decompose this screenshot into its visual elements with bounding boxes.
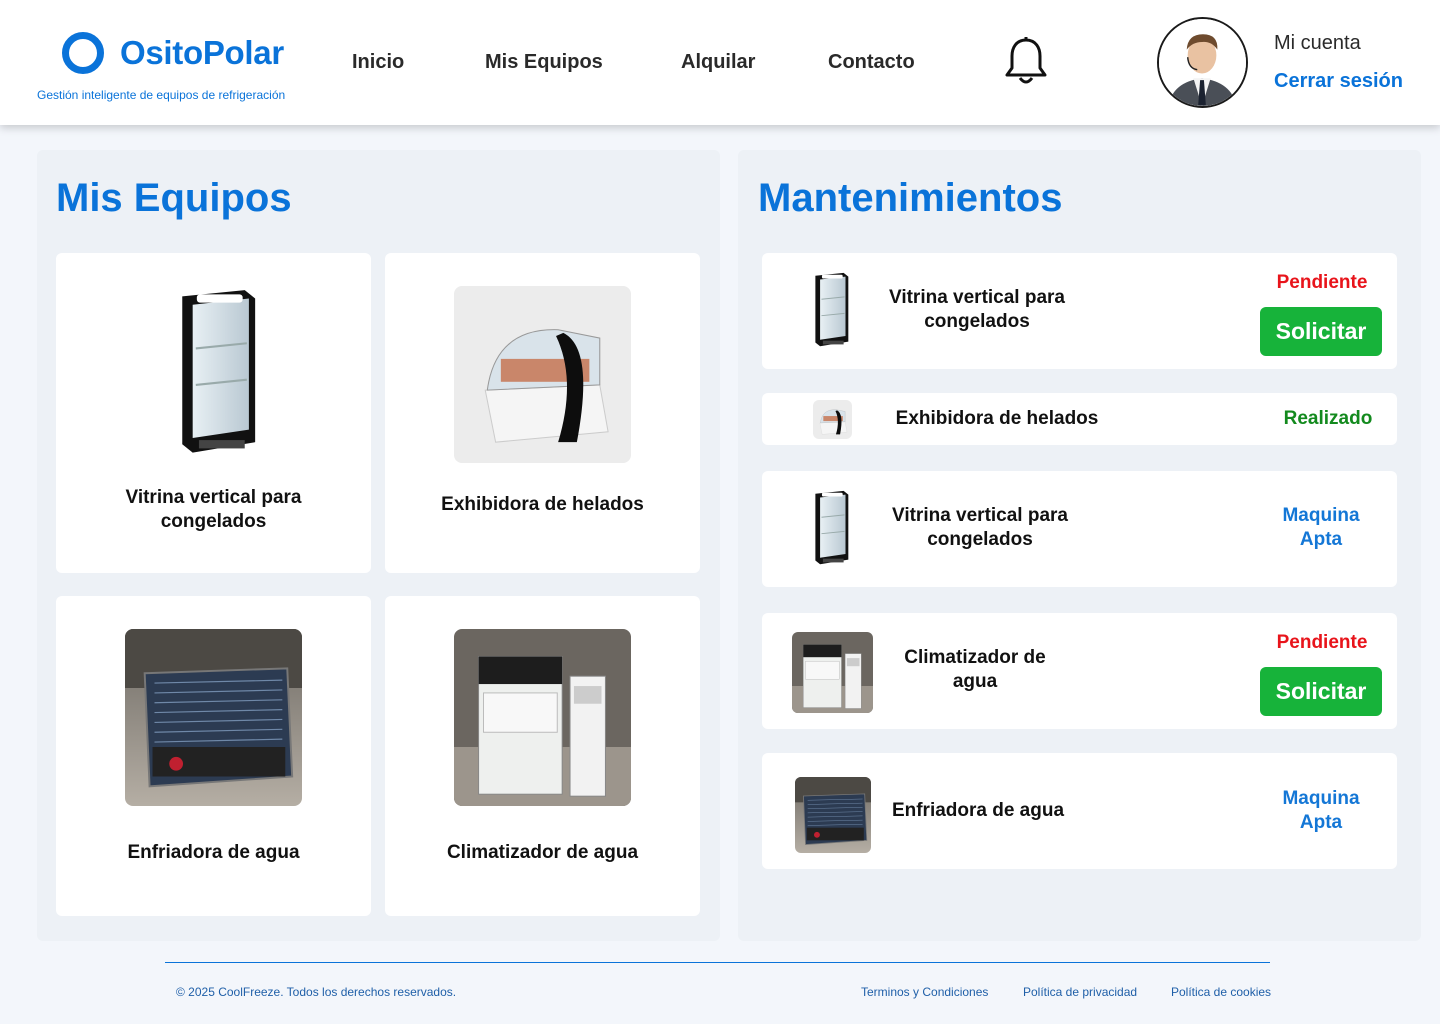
top-header: OsitoPolar Gestión inteligente de equipo… <box>0 0 1440 125</box>
nav-item-mis-equipos[interactable]: Mis Equipos <box>485 51 603 74</box>
logout-link[interactable]: Cerrar sesión <box>1274 70 1403 93</box>
nav-item-alquilar[interactable]: Alquilar <box>681 51 755 74</box>
equipment-card-name: Exhibidora de helados <box>441 494 644 515</box>
equipment-panel-title: Mis Equipos <box>56 176 292 220</box>
equipment-card[interactable]: Enfriadora de agua <box>56 596 371 916</box>
maintenance-row[interactable]: Vitrina vertical para congelados Pendien… <box>762 253 1397 369</box>
maintenance-item-name: Exhibidora de helados <box>895 408 1099 429</box>
equipment-panel: Mis Equipos Vitrina vertical para congel… <box>37 150 720 941</box>
footer-link-privacy[interactable]: Política de privacidad <box>1023 985 1137 999</box>
freezer-thumbnail <box>802 271 857 351</box>
nav-item-inicio[interactable]: Inicio <box>352 51 404 74</box>
air-conditioner-image <box>454 629 631 806</box>
brand-name[interactable]: OsitoPolar <box>120 34 284 72</box>
footer-link-terms[interactable]: Terminos y Condiciones <box>861 985 988 999</box>
logo-ring-icon[interactable] <box>62 32 104 74</box>
maintenance-item-name: Vitrina vertical para congelados <box>888 287 1066 332</box>
freezer-display-image <box>125 286 302 463</box>
equipment-card-name: Enfriadora de agua <box>127 842 300 863</box>
bell-icon[interactable] <box>1004 36 1048 86</box>
nav-item-contacto[interactable]: Contacto <box>828 51 915 74</box>
water-chiller-thumbnail <box>795 777 871 853</box>
account-label[interactable]: Mi cuenta <box>1274 32 1361 55</box>
ice-cream-display-image <box>454 286 631 463</box>
footer-link-cookies[interactable]: Política de cookies <box>1171 985 1271 999</box>
user-avatar[interactable] <box>1157 17 1248 108</box>
freezer-thumbnail <box>802 489 857 569</box>
request-maintenance-button[interactable]: Solicitar <box>1260 667 1382 716</box>
equipment-card[interactable]: Climatizador de agua <box>385 596 700 916</box>
maintenance-item-name: Vitrina vertical para congelados <box>891 505 1069 550</box>
status-badge: Realizado <box>1283 408 1373 429</box>
maintenance-panel-title: Mantenimientos <box>758 176 1063 220</box>
maintenance-item-name: Enfriadora de agua <box>891 800 1065 821</box>
equipment-card[interactable]: Exhibidora de helados <box>385 253 700 573</box>
status-badge: Pendiente <box>1276 632 1368 653</box>
footer-copyright: © 2025 CoolFreeze. Todos los derechos re… <box>176 985 457 999</box>
footer-divider <box>165 962 1270 963</box>
equipment-card-name: Climatizador de agua <box>446 842 639 863</box>
maintenance-row[interactable]: Enfriadora de agua Maquina Apta <box>762 753 1397 869</box>
ice-cream-display-thumbnail <box>813 400 852 439</box>
maintenance-panel: Mantenimientos Vitrina vertical para con… <box>738 150 1421 941</box>
maintenance-item-name: Climatizador de agua <box>904 647 1046 692</box>
status-badge: Pendiente <box>1276 272 1368 293</box>
status-badge: Maquina Apta <box>1282 505 1360 550</box>
brand-tagline: Gestión inteligente de equipos de refrig… <box>37 88 286 102</box>
equipment-card[interactable]: Vitrina vertical para congelados <box>56 253 371 573</box>
water-chiller-image <box>125 629 302 806</box>
equipment-card-name: Vitrina vertical para congelados <box>125 487 302 532</box>
air-conditioner-thumbnail <box>792 632 873 713</box>
request-maintenance-button[interactable]: Solicitar <box>1260 307 1382 356</box>
maintenance-row[interactable]: Exhibidora de helados Realizado <box>762 393 1397 445</box>
status-badge: Maquina Apta <box>1282 788 1360 833</box>
maintenance-row[interactable]: Vitrina vertical para congelados Maquina… <box>762 471 1397 587</box>
maintenance-row[interactable]: Climatizador de agua Pendiente Solicitar <box>762 613 1397 729</box>
